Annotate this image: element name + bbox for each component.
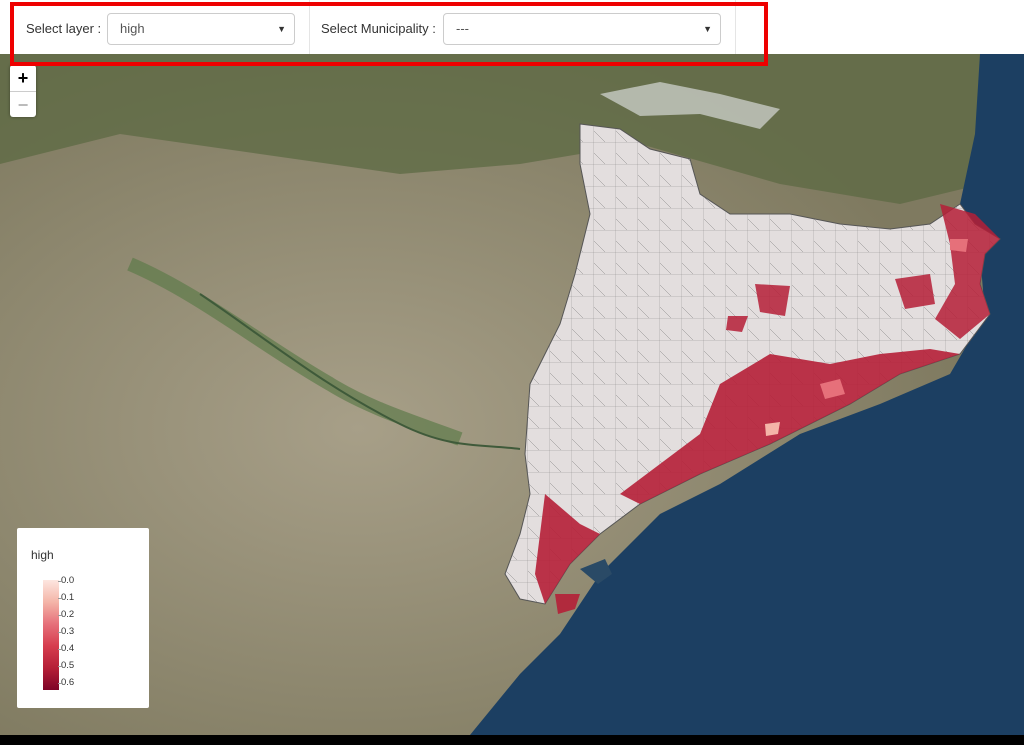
toolbar: Select layer : high ▼ Select Municipalit… <box>0 0 1024 54</box>
legend-tick-label: 0.1 <box>57 592 75 603</box>
layer-select-value: high <box>120 21 145 36</box>
legend-tick-label: 0.5 <box>57 660 75 671</box>
municipality-select-value: --- <box>456 21 469 36</box>
bottom-bar <box>0 735 1024 745</box>
legend-color-scale <box>43 580 59 690</box>
legend-tick-label: 0.6 <box>57 677 75 688</box>
legend-tick-label: 0.2 <box>57 609 75 620</box>
layer-select[interactable]: high ▼ <box>107 13 295 45</box>
toolbar-divider <box>309 0 310 54</box>
zoom-in-button[interactable]: + <box>10 65 36 91</box>
map-canvas[interactable] <box>0 54 1024 735</box>
medium-risk-area[interactable] <box>950 239 968 252</box>
medium-risk-area[interactable] <box>765 422 780 436</box>
legend-tick-label: 0.0 <box>57 575 75 586</box>
municipality-select[interactable]: --- ▼ <box>443 13 721 45</box>
dropdown-caret-icon: ▼ <box>703 24 712 34</box>
zoom-out-button[interactable]: − <box>10 91 36 117</box>
zoom-control: + − <box>10 65 36 117</box>
map-legend: high 0.0 0.1 0.2 0.3 0.4 0.5 0.6 <box>17 528 149 708</box>
high-risk-area[interactable] <box>755 284 790 316</box>
layer-select-label: Select layer : <box>26 21 102 36</box>
map-view[interactable] <box>0 54 1024 735</box>
toolbar-divider <box>735 0 736 54</box>
legend-title: high <box>31 548 54 562</box>
municipality-select-label: Select Municipality : <box>321 21 436 36</box>
dropdown-caret-icon: ▼ <box>277 24 286 34</box>
legend-tick-label: 0.3 <box>57 626 75 637</box>
legend-tick-label: 0.4 <box>57 643 75 654</box>
